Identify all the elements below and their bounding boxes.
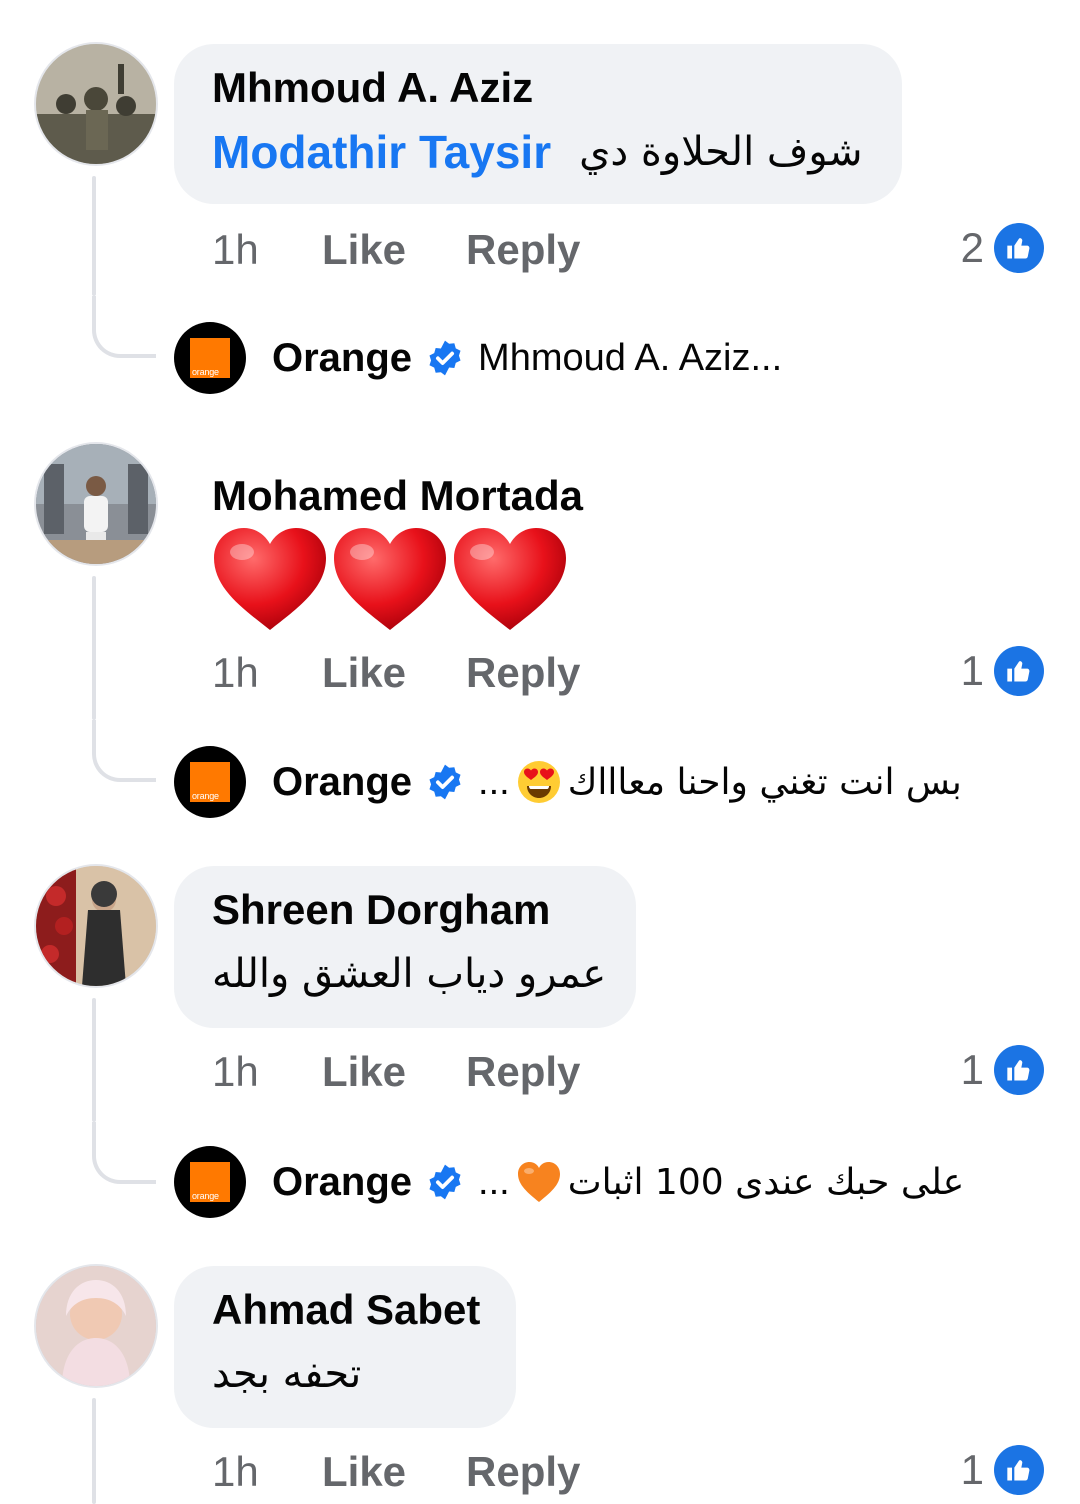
thread-line — [92, 576, 96, 720]
red-heart-icon — [454, 528, 566, 630]
avatar-photo-icon — [36, 444, 156, 564]
reaction-count: 1 — [960, 1046, 984, 1093]
ellipsis: ... — [478, 760, 510, 803]
reply-snippet: ... بس انت تغني واحنا معاااك — [478, 759, 962, 805]
comment-text: Modathir Taysir شوف الحلاوة دي — [212, 124, 866, 180]
reply-preview[interactable]: orange Orange Mhmoud A. Aziz... — [174, 322, 782, 394]
like-button[interactable]: Like — [322, 1448, 466, 1496]
comment-actions: 1h Like Reply — [212, 1444, 580, 1500]
comment-author[interactable]: Mohamed Mortada — [212, 470, 658, 522]
comment-author[interactable]: Shreen Dorgham — [212, 884, 600, 936]
orange-avatar[interactable]: orange — [174, 746, 246, 818]
reaction-summary[interactable]: 1 — [961, 1042, 1044, 1098]
like-icon — [994, 1045, 1044, 1095]
thread-line — [92, 998, 96, 1122]
comment-body: تحفه بجد — [212, 1351, 362, 1397]
like-icon — [994, 646, 1044, 696]
verified-badge-icon — [426, 763, 464, 801]
comment-bubble[interactable]: Ahmad Sabet تحفه بجد — [174, 1266, 516, 1428]
timestamp[interactable]: 1h — [212, 226, 322, 274]
reply-author[interactable]: Orange — [272, 336, 412, 381]
comment-text: تحفه بجد — [212, 1346, 480, 1402]
avatar-photo-icon — [36, 44, 156, 164]
like-button[interactable]: Like — [322, 649, 466, 697]
thread-line — [92, 176, 96, 296]
reply-connector — [92, 296, 156, 358]
comment-bubble[interactable]: Mhmoud A. Aziz Modathir Taysir شوف الحلا… — [174, 44, 902, 204]
comment-author[interactable]: Mhmoud A. Aziz — [212, 62, 866, 114]
ellipsis: ... — [478, 1160, 510, 1203]
comment-actions: 1h Like Reply — [212, 645, 580, 701]
mention-link[interactable]: Modathir Taysir — [212, 124, 551, 180]
orange-logo-icon: orange — [190, 1162, 230, 1202]
reaction-summary[interactable]: 2 — [961, 220, 1044, 276]
reply-button[interactable]: Reply — [466, 1448, 580, 1496]
reply-snippet-text: بس انت تغني واحنا معاااك — [567, 761, 962, 803]
timestamp[interactable]: 1h — [212, 649, 322, 697]
avatar[interactable] — [36, 866, 156, 986]
reply-preview[interactable]: orange Orange ... على حبك عندى 100 اثبات — [174, 1146, 964, 1218]
red-heart-icon — [334, 528, 446, 630]
reaction-summary[interactable]: 1 — [961, 1442, 1044, 1498]
reaction-count: 2 — [960, 224, 984, 271]
avatar-photo-icon — [36, 1266, 156, 1386]
verified-badge-icon — [426, 1163, 464, 1201]
avatar[interactable] — [36, 1266, 156, 1386]
reply-connector — [92, 1122, 156, 1184]
reply-button[interactable]: Reply — [466, 1048, 580, 1096]
reply-snippet: ... على حبك عندى 100 اثبات — [478, 1160, 964, 1204]
comment-bubble[interactable]: Mohamed Mortada — [174, 452, 694, 636]
orange-avatar[interactable]: orange — [174, 1146, 246, 1218]
orange-logo-icon: orange — [190, 338, 230, 378]
orange-avatar[interactable]: orange — [174, 322, 246, 394]
red-heart-icon — [214, 528, 326, 630]
comment-author[interactable]: Ahmad Sabet — [212, 1284, 480, 1336]
heart-eyes-face-icon — [517, 761, 560, 803]
reply-author[interactable]: Orange — [272, 760, 412, 805]
reply-preview[interactable]: orange Orange ... بس انت تغني واحنا معاا… — [174, 746, 962, 818]
thread-line — [92, 1398, 96, 1504]
comment-body: عمرو دياب العشق والله — [212, 951, 607, 997]
comment-actions: 1h Like Reply — [212, 1044, 580, 1100]
reaction-count: 1 — [960, 1446, 984, 1493]
comment-text: عمرو دياب العشق والله — [212, 946, 606, 1002]
reaction-summary[interactable]: 1 — [961, 643, 1044, 699]
verified-badge-icon — [426, 339, 464, 377]
avatar[interactable] — [36, 44, 156, 164]
avatar[interactable] — [36, 444, 156, 564]
comment-actions: 1h Like Reply — [212, 222, 580, 278]
orange-logo-icon: orange — [190, 762, 230, 802]
reply-author[interactable]: Orange — [272, 1160, 412, 1205]
reply-connector — [92, 720, 156, 782]
reaction-count: 1 — [960, 647, 984, 694]
like-icon — [994, 223, 1044, 273]
like-icon — [994, 1445, 1044, 1495]
like-button[interactable]: Like — [322, 1048, 466, 1096]
avatar-photo-icon — [36, 866, 156, 986]
comment-bubble[interactable]: Shreen Dorgham عمرو دياب العشق والله — [174, 866, 636, 1028]
timestamp[interactable]: 1h — [212, 1048, 322, 1096]
reply-button[interactable]: Reply — [466, 649, 580, 697]
orange-heart-icon — [517, 1162, 560, 1202]
emoji-row — [212, 526, 658, 634]
reply-button[interactable]: Reply — [466, 226, 580, 274]
like-button[interactable]: Like — [322, 226, 466, 274]
reply-snippet: Mhmoud A. Aziz... — [478, 336, 783, 379]
timestamp[interactable]: 1h — [212, 1448, 322, 1496]
reply-snippet-text: على حبك عندى 100 اثبات — [567, 1161, 965, 1203]
comment-body: شوف الحلاوة دي — [579, 129, 863, 175]
